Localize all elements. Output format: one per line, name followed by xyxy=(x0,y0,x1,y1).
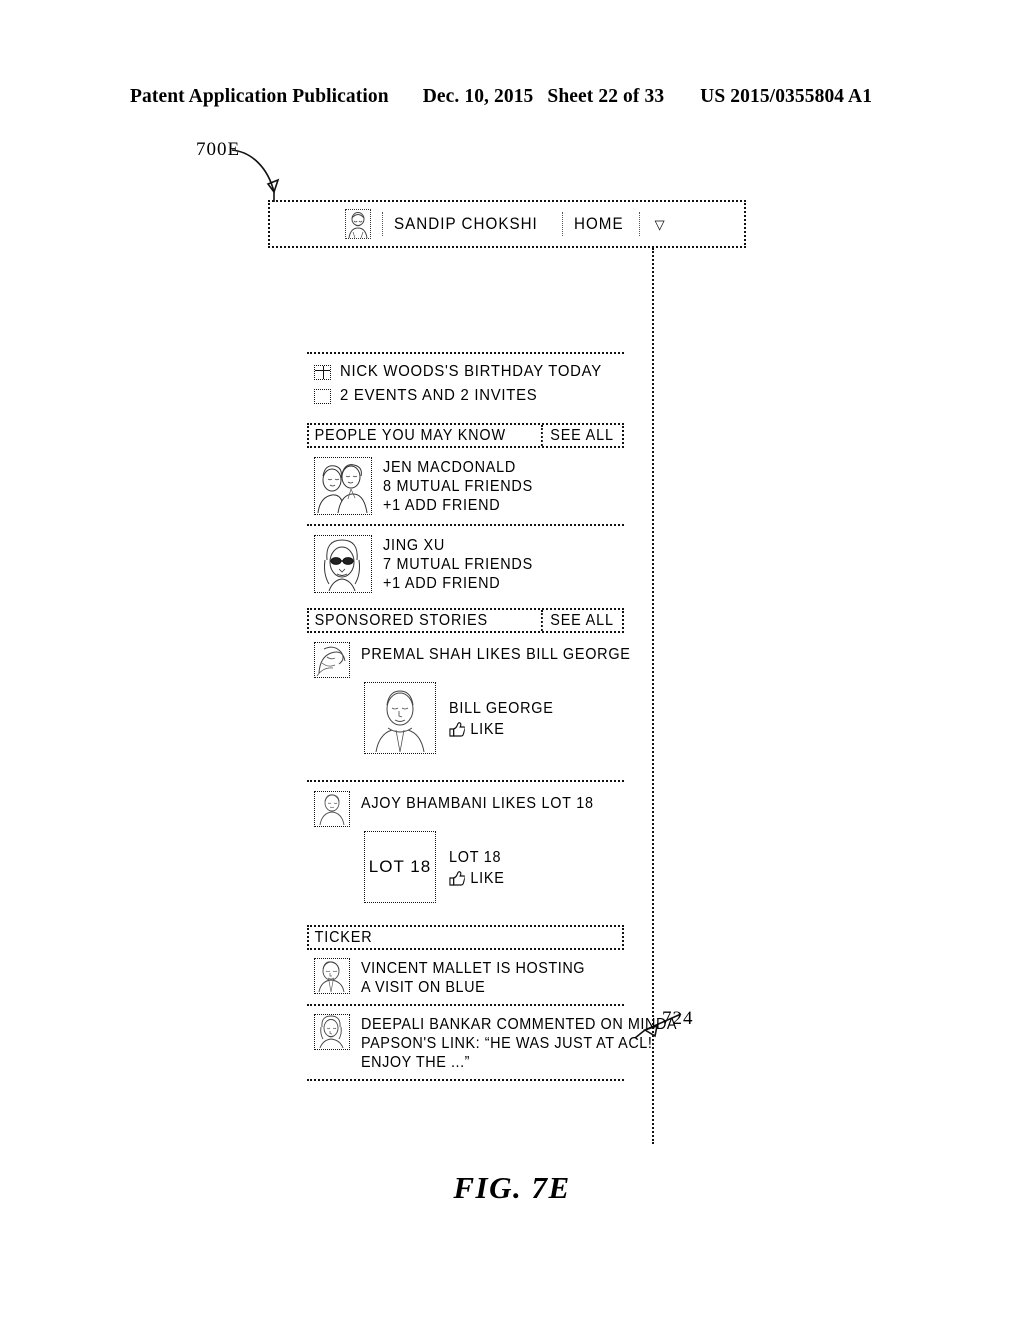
woman-sunglasses-photo-icon xyxy=(314,535,372,593)
list-item[interactable]: VINCENT MALLET IS HOSTING A VISIT ON BLU… xyxy=(307,950,624,1004)
list-item[interactable]: JEN MACDONALD 8 MUTUAL FRIENDS +1 ADD FR… xyxy=(307,448,624,524)
ticker-text: VINCENT MALLET IS HOSTING A VISIT ON BLU… xyxy=(361,958,585,997)
thumbs-up-icon xyxy=(449,871,465,886)
notifications-block: NICK WOODS'S BIRTHDAY TODAY 2 EVENTS AND… xyxy=(307,354,624,417)
ajoy-bhambani-photo-icon xyxy=(314,791,350,827)
app-top-nav-bar: SANDIP CHOKSHI HOME ▽ xyxy=(268,200,746,248)
figure-caption: FIG. 7E xyxy=(453,1170,571,1205)
story-headline: PREMAL SHAH LIKES BILL GEORGE xyxy=(361,646,631,663)
list-item[interactable]: DEEPALI BANKAR COMMENTED ON MINDA PAPSON… xyxy=(307,1006,677,1079)
card-title: LOT 18 xyxy=(449,849,502,866)
ticker-line: VINCENT MALLET IS HOSTING xyxy=(361,960,586,977)
ticker-line: PAPSON'S LINK: “HE WAS JUST AT ACL! xyxy=(361,1035,653,1052)
sponsored-story[interactable]: AJOY BHAMBANI LIKES LOT 18 LOT 18 LOT 18… xyxy=(307,782,624,907)
nav-divider xyxy=(561,212,563,236)
chevron-down-icon[interactable]: ▽ xyxy=(651,218,669,231)
premal-shah-photo-icon xyxy=(314,642,350,678)
section-title: SPONSORED STORIES xyxy=(314,611,488,629)
story-card[interactable]: LOT 18 LOT 18 LIKE xyxy=(364,831,624,903)
section-title: TICKER xyxy=(314,928,373,946)
story-headline: AJOY BHAMBANI LIKES LOT 18 xyxy=(361,795,594,812)
sponsored-story[interactable]: PREMAL SHAH LIKES BILL GEORGE BILL GEORG… xyxy=(307,633,630,758)
callout-trace-line xyxy=(652,248,654,1144)
list-item[interactable]: JING XU 7 MUTUAL FRIENDS +1 ADD FRIEND xyxy=(307,526,624,602)
lot-18-logo-icon: LOT 18 xyxy=(364,831,436,903)
deepali-bankar-photo-icon xyxy=(314,1014,350,1050)
add-friend-button[interactable]: +1 ADD FRIEND xyxy=(383,574,533,593)
nav-inner-group: SANDIP CHOKSHI HOME ▽ xyxy=(345,209,668,239)
divider xyxy=(307,1079,624,1081)
nav-home-link[interactable]: HOME xyxy=(574,215,624,234)
ticker-line: ENJOY THE ...” xyxy=(361,1054,471,1071)
sheet-number: Sheet 22 of 33 xyxy=(547,86,665,107)
nav-user-name[interactable]: SANDIP CHOKSHI xyxy=(394,215,538,234)
notification-row-events[interactable]: 2 EVENTS AND 2 INVITES xyxy=(314,387,624,405)
bill-george-portrait-icon xyxy=(364,682,436,754)
story-header: AJOY BHAMBANI LIKES LOT 18 xyxy=(314,791,624,827)
user-avatar-portrait-icon[interactable] xyxy=(345,209,372,239)
two-people-photo-icon xyxy=(314,457,372,515)
section-title: PEOPLE YOU MAY KNOW xyxy=(314,426,506,444)
person-name: JING XU xyxy=(383,537,446,554)
like-button[interactable]: LIKE xyxy=(449,868,505,889)
notification-label: NICK WOODS'S BIRTHDAY TODAY xyxy=(340,363,602,380)
like-label: LIKE xyxy=(470,721,505,738)
card-meta: BILL GEORGE LIKE xyxy=(449,682,554,740)
ticker-text: DEEPALI BANKAR COMMENTED ON MINDA PAPSON… xyxy=(361,1014,677,1072)
card-title: BILL GEORGE xyxy=(449,700,554,717)
like-button[interactable]: LIKE xyxy=(449,719,554,740)
ticker-line: DEEPALI BANKAR COMMENTED ON MINDA xyxy=(361,1016,678,1033)
section-header-people-you-may-know: PEOPLE YOU MAY KNOW SEE ALL xyxy=(307,423,624,448)
card-meta: LOT 18 LIKE xyxy=(449,831,505,889)
person-details: JEN MACDONALD 8 MUTUAL FRIENDS +1 ADD FR… xyxy=(383,457,533,515)
see-all-button-sponsored[interactable]: SEE ALL xyxy=(540,610,619,631)
notification-label: 2 EVENTS AND 2 INVITES xyxy=(340,387,538,404)
notification-row-birthday[interactable]: NICK WOODS'S BIRTHDAY TODAY xyxy=(314,363,624,381)
thumbs-up-icon xyxy=(449,722,465,737)
section-header-sponsored-stories: SPONSORED STORIES SEE ALL xyxy=(307,608,624,633)
calendar-icon xyxy=(314,364,331,380)
like-label: LIKE xyxy=(470,870,505,887)
person-name: JEN MACDONALD xyxy=(383,459,517,476)
mutual-friends: 8 MUTUAL FRIENDS xyxy=(383,478,533,495)
publication-date: Dec. 10, 2015 xyxy=(422,86,534,107)
section-header-ticker: TICKER xyxy=(307,925,624,950)
patent-page-header: Patent Application Publication Dec. 10, … xyxy=(130,86,894,108)
right-rail-column: NICK WOODS'S BIRTHDAY TODAY 2 EVENTS AND… xyxy=(307,352,677,1081)
ticker-line: A VISIT ON BLUE xyxy=(361,979,486,996)
publication-label: Patent Application Publication xyxy=(130,86,389,107)
see-all-button-people[interactable]: SEE ALL xyxy=(540,425,619,446)
add-friend-button[interactable]: +1 ADD FRIEND xyxy=(383,496,533,515)
patent-number: US 2015/0355804 A1 xyxy=(700,86,873,107)
story-header: PREMAL SHAH LIKES BILL GEORGE xyxy=(314,642,630,678)
story-card[interactable]: BILL GEORGE LIKE xyxy=(364,682,624,754)
person-details: JING XU 7 MUTUAL FRIENDS +1 ADD FRIEND xyxy=(383,535,533,593)
mutual-friends: 7 MUTUAL FRIENDS xyxy=(383,556,533,573)
nav-divider xyxy=(382,212,384,236)
vincent-mallet-photo-icon xyxy=(314,958,350,994)
nav-divider xyxy=(638,212,640,236)
square-icon xyxy=(314,388,331,404)
